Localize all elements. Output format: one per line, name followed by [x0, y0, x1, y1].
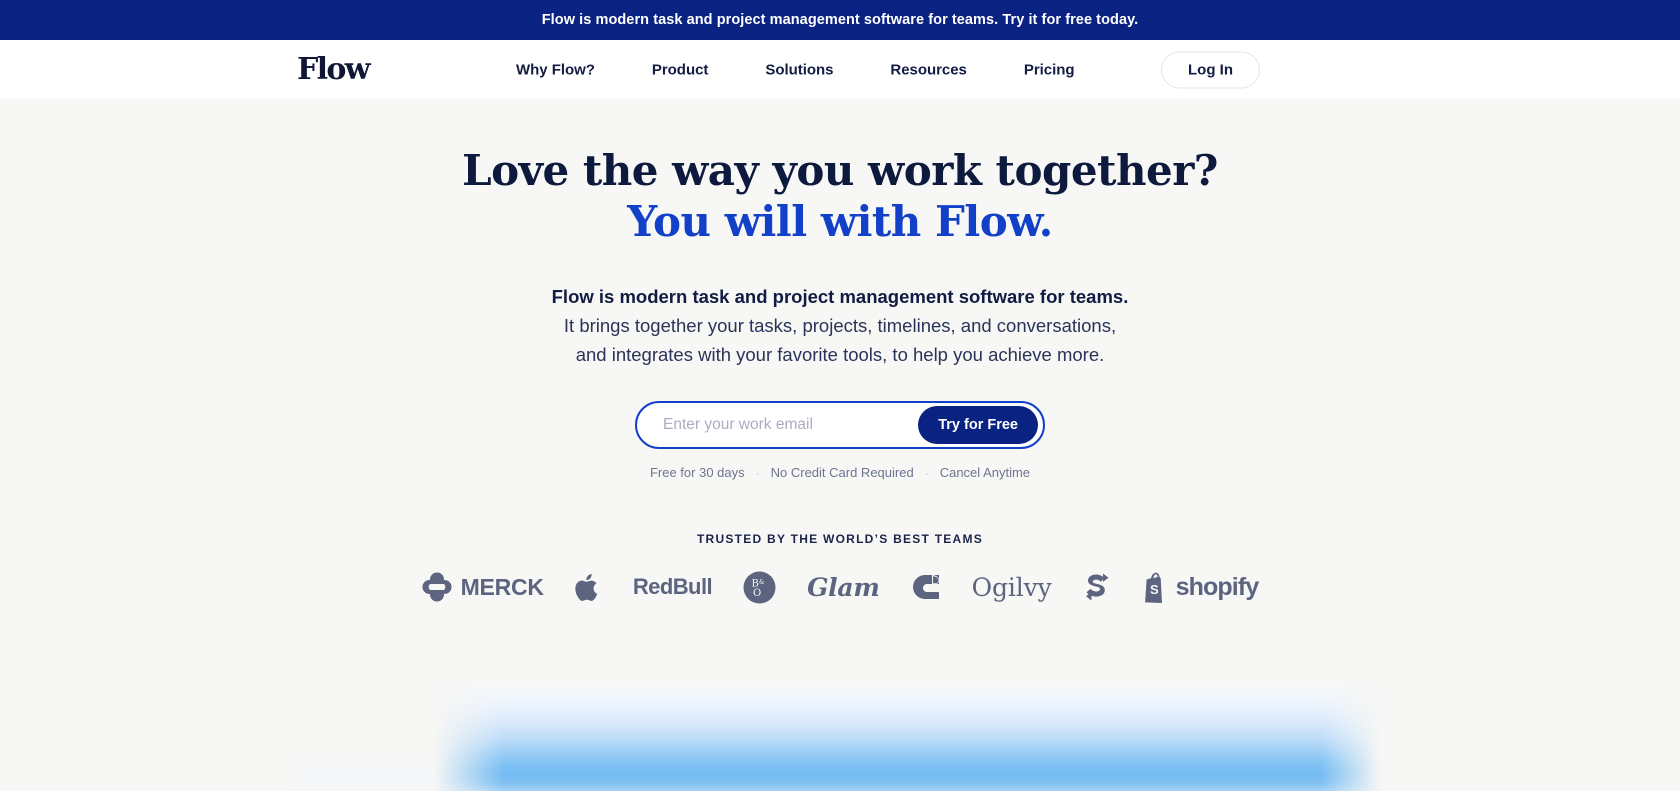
announcement-text: Flow is modern task and project manageme… — [541, 12, 1139, 28]
brand-logo-carhartt — [911, 567, 941, 607]
email-input[interactable] — [637, 403, 919, 448]
hero-section: Love the way you work together? You will… — [0, 99, 1680, 607]
brand-text-merck: MERCK — [460, 573, 544, 600]
svg-text:&: & — [759, 579, 765, 586]
nav-item-solutions[interactable]: Solutions — [765, 61, 833, 78]
brand-text-ogilvy: Ogilvy — [971, 572, 1052, 602]
subcopy-line-3: and integrates with your favorite tools,… — [575, 344, 1105, 366]
brand-logo-merck: MERCK — [422, 567, 544, 607]
fineprint-no-credit-card: No Credit Card Required — [770, 465, 914, 481]
nav-item-pricing[interactable]: Pricing — [1024, 61, 1075, 78]
signup-fineprint: Free for 30 days · No Credit Card Requir… — [0, 465, 1680, 480]
fineprint-separator-1: · — [755, 465, 760, 480]
brand-text-shopify: shopify — [1175, 572, 1260, 601]
bang-olufsen-icon: B & O — [743, 571, 776, 604]
fineprint-cancel-anytime: Cancel Anytime — [939, 465, 1031, 481]
subcopy-line-1: Flow is modern task and project manageme… — [551, 286, 1129, 308]
page-title: Love the way you work together? You will… — [0, 145, 1680, 247]
nav-item-why-flow[interactable]: Why Flow? — [516, 61, 595, 78]
login-button[interactable]: Log In — [1161, 51, 1260, 88]
fineprint-separator-2: · — [924, 465, 929, 480]
product-screenshot-image — [433, 686, 1381, 791]
brand-text-redbull: RedBull — [632, 574, 713, 600]
svg-text:S: S — [1150, 582, 1159, 597]
fineprint-free-trial: Free for 30 days — [649, 465, 745, 481]
brand-logo-redbull: RedBull — [632, 567, 713, 607]
headline-line-1: Love the way you work together? — [462, 146, 1218, 195]
svg-text:O: O — [753, 588, 761, 599]
signup-form: Try for Free — [635, 401, 1045, 450]
main-navigation: Flow Why Flow? Product Solutions Resourc… — [0, 40, 1680, 99]
apple-icon — [575, 571, 602, 604]
nav-item-product[interactable]: Product — [652, 61, 708, 78]
shopify-bag-icon: S — [1142, 572, 1167, 603]
preview-fade-left — [433, 686, 503, 791]
nav-item-resources[interactable]: Resources — [890, 61, 966, 78]
carhartt-icon — [911, 573, 941, 601]
trusted-brand-logos: MERCK RedBull B & O Glam Ogilvy S shopif… — [0, 567, 1680, 607]
nav-links: Why Flow? Product Solutions Resources Pr… — [516, 61, 1075, 78]
brand-logo-shopify: S shopify — [1142, 567, 1259, 607]
brand-logo-ogilvy: Ogilvy — [972, 567, 1052, 607]
announcement-banner[interactable]: Flow is modern task and project manageme… — [0, 0, 1680, 40]
brand-logo-apple — [575, 567, 602, 607]
landing-page: Flow is modern task and project manageme… — [0, 0, 1680, 791]
product-screenshot-preview — [433, 686, 1381, 791]
brand-logo-sage — [1083, 567, 1111, 607]
hero-subcopy: Flow is modern task and project manageme… — [0, 283, 1680, 370]
headline-line-2: You will with Flow. — [627, 197, 1053, 247]
flow-logo[interactable]: Flow — [297, 54, 371, 85]
brand-logo-bang-olufsen: B & O — [743, 567, 776, 607]
try-for-free-button[interactable]: Try for Free — [918, 406, 1038, 445]
merck-icon — [422, 572, 452, 602]
brand-text-glam: Glam — [807, 572, 880, 602]
subcopy-line-2: It brings together your tasks, projects,… — [563, 315, 1117, 337]
trusted-by-label: TRUSTED BY THE WORLD’S BEST TEAMS — [696, 532, 984, 547]
preview-fade-right — [1321, 686, 1381, 791]
sage-s-icon — [1083, 572, 1111, 602]
brand-logo-glam: Glam — [807, 567, 880, 607]
